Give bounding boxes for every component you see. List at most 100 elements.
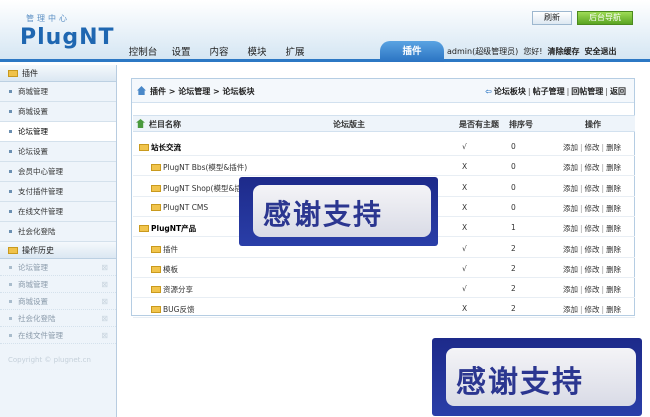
history-item[interactable]: 社会化登陆 ⊠ <box>0 310 116 327</box>
sidebar-section-history: 操作历史 <box>0 242 116 259</box>
sidebar-item-member-center[interactable]: 会员中心管理 <box>0 162 116 182</box>
add-link[interactable]: 添加 <box>563 204 578 213</box>
add-link[interactable]: 添加 <box>563 305 578 314</box>
separator: | <box>580 224 583 234</box>
separator: | <box>601 183 605 193</box>
sidebar-item-forum-manage[interactable]: 论坛管理 <box>0 122 116 142</box>
link-posts[interactable]: 帖子管理 <box>533 87 565 96</box>
edit-link[interactable]: 修改 <box>585 143 600 152</box>
board-name-label: BUG反馈 <box>163 305 195 315</box>
folder-icon <box>151 265 161 273</box>
order-value: 2 <box>511 284 516 294</box>
history-item[interactable]: 商城管理 ⊠ <box>0 276 116 293</box>
sidebar-item-shop-settings[interactable]: 商城设置 <box>0 102 116 122</box>
separator: | <box>601 163 605 173</box>
board-name[interactable]: PlugNT产品 <box>139 223 196 234</box>
close-icon[interactable]: ⊠ <box>101 276 108 293</box>
sidebar-item-shop-manage[interactable]: 商城管理 <box>0 82 116 102</box>
clear-cache-link[interactable]: 清除缓存 <box>548 47 580 56</box>
edit-link[interactable]: 修改 <box>585 184 600 193</box>
tab-plugins[interactable]: 插件 <box>380 41 444 62</box>
separator: | <box>601 224 605 234</box>
sidebar-section-label: 插件 <box>22 69 38 78</box>
refresh-button[interactable]: 刷新 <box>532 11 572 25</box>
separator: | <box>601 285 605 295</box>
delete-link[interactable]: 删除 <box>606 245 621 254</box>
logout-link[interactable]: 安全退出 <box>585 47 617 56</box>
has-topic-value: X <box>462 162 468 172</box>
close-icon[interactable]: ⊠ <box>101 327 108 344</box>
bullet-icon <box>9 190 12 193</box>
board-name[interactable]: PlugNT CMS <box>151 203 208 212</box>
add-link[interactable]: 添加 <box>563 163 578 172</box>
folder-icon <box>151 286 161 294</box>
history-item-label: 社会化登陆 <box>18 314 56 323</box>
add-link[interactable]: 添加 <box>563 224 578 233</box>
board-name[interactable]: BUG反馈 <box>151 304 194 315</box>
delete-link[interactable]: 删除 <box>606 204 621 213</box>
edit-link[interactable]: 修改 <box>585 224 600 233</box>
separator: | <box>580 203 583 213</box>
history-item-label: 论坛管理 <box>18 263 48 272</box>
link-back[interactable]: 返回 <box>610 87 626 96</box>
delete-link[interactable]: 删除 <box>606 184 621 193</box>
edit-link[interactable]: 修改 <box>585 305 600 314</box>
edit-link[interactable]: 修改 <box>585 204 600 213</box>
history-item[interactable]: 论坛管理 ⊠ <box>0 259 116 276</box>
add-link[interactable]: 添加 <box>563 143 578 152</box>
close-icon[interactable]: ⊠ <box>101 293 108 310</box>
sidebar-item-forum-settings[interactable]: 论坛设置 <box>0 142 116 162</box>
add-link[interactable]: 添加 <box>563 184 578 193</box>
delete-link[interactable]: 删除 <box>606 143 621 152</box>
history-item[interactable]: 在线文件管理 ⊠ <box>0 327 116 344</box>
board-name[interactable]: PlugNT Shop(模型&插件) <box>151 183 252 194</box>
edit-link[interactable]: 修改 <box>585 245 600 254</box>
separator: | <box>580 183 583 193</box>
board-name[interactable]: 站长交流 <box>139 142 181 153</box>
bullet-icon <box>9 150 12 153</box>
close-icon[interactable]: ⊠ <box>101 259 108 276</box>
table-row: BUG反馈 X 2 添加 | 修改 | 删除 <box>133 298 635 319</box>
order-value: 1 <box>511 223 516 233</box>
separator: | <box>580 305 583 315</box>
add-link[interactable]: 添加 <box>563 285 578 294</box>
link-replies[interactable]: 回帖管理 <box>571 87 603 96</box>
edit-link[interactable]: 修改 <box>585 265 600 274</box>
history-item-label: 在线文件管理 <box>18 331 63 340</box>
folder-icon <box>151 164 161 172</box>
tab-console[interactable]: 控制台 <box>124 43 162 62</box>
tab-settings[interactable]: 设置 <box>162 43 200 62</box>
sidebar-item-payment-plugins[interactable]: 支付插件管理 <box>0 182 116 202</box>
board-name-label: 资源分享 <box>163 285 193 295</box>
close-icon[interactable]: ⊠ <box>101 310 108 327</box>
board-name[interactable]: 模板 <box>151 264 178 275</box>
tab-modules[interactable]: 模块 <box>238 43 276 62</box>
delete-link[interactable]: 删除 <box>606 285 621 294</box>
sidebar-item-online-files[interactable]: 在线文件管理 <box>0 202 116 222</box>
edit-link[interactable]: 修改 <box>585 285 600 294</box>
link-forum-boards[interactable]: 论坛板块 <box>494 87 526 96</box>
has-topic-value: X <box>462 304 468 314</box>
board-name[interactable]: PlugNT Bbs(模型&插件) <box>151 162 247 173</box>
sidebar-item-social-login[interactable]: 社会化登陆 <box>0 222 116 242</box>
delete-link[interactable]: 删除 <box>606 265 621 274</box>
delete-link[interactable]: 删除 <box>606 163 621 172</box>
tab-content[interactable]: 内容 <box>200 43 238 62</box>
board-name[interactable]: 资源分享 <box>151 284 193 295</box>
add-link[interactable]: 添加 <box>563 245 578 254</box>
board-name[interactable]: 插件 <box>151 244 178 255</box>
delete-link[interactable]: 删除 <box>606 305 621 314</box>
tab-extensions[interactable]: 扩展 <box>276 43 314 62</box>
separator: | <box>605 87 608 96</box>
board-name-label: PlugNT Bbs(模型&插件) <box>163 163 248 173</box>
col-moderator: 论坛版主 <box>333 120 365 129</box>
history-item[interactable]: 商城设置 ⊠ <box>0 293 116 310</box>
add-link[interactable]: 添加 <box>563 265 578 274</box>
backend-nav-button[interactable]: 后台导航 <box>577 11 633 25</box>
watermark-text: 感谢支持 <box>263 198 384 231</box>
bullet-icon <box>9 334 12 337</box>
order-value: 2 <box>511 304 516 314</box>
edit-link[interactable]: 修改 <box>585 163 600 172</box>
history-item-label: 商城管理 <box>18 280 48 289</box>
delete-link[interactable]: 删除 <box>606 224 621 233</box>
